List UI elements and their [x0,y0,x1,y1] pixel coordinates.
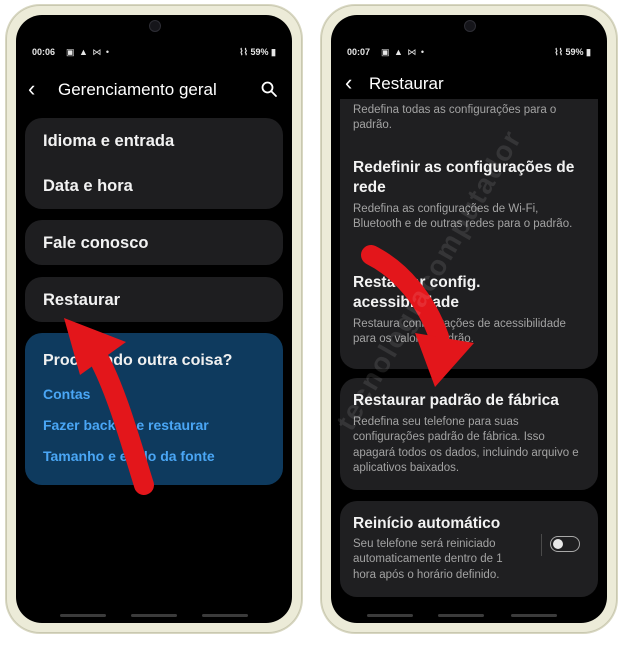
status-time: 00:07 [347,47,371,57]
item-acess-title: Restaurar config. acessibilidade [353,274,481,311]
card-language-date: Idioma e entrada Data e hora [25,118,283,209]
menu-item-restaurar[interactable]: Restaurar [43,291,273,310]
nav-bar [331,614,607,618]
status-time: 00:06 [32,47,56,57]
help-title: Procurando outra coisa? [43,352,233,369]
battery-percent: 59% [565,47,584,57]
help-link-contas[interactable]: Contas [43,386,90,402]
notification-icons: ▣ ▲ ⋈ • [66,47,111,57]
nav-back[interactable] [202,614,248,617]
card-restaurar: Restaurar [25,277,283,322]
battery-indicator: ⌇⌇ 59% ▮ [239,47,276,58]
search-icon[interactable] [260,80,278,98]
phone-screen-left: 00:06 ▣ ▲ ⋈ • ⌇⌇ 59% ▮ ‹ Gerenciamento g… [16,15,292,623]
nav-home[interactable] [131,614,177,617]
phone-left: 00:06 ▣ ▲ ⋈ • ⌇⌇ 59% ▮ ‹ Gerenciamento g… [6,5,302,633]
toggle-divider [541,534,542,556]
item-fabrica-title: Restaurar padrão de fábrica [353,392,559,409]
front-camera [149,20,161,32]
item-reinicio-automatico[interactable]: Reinício automático Seu telefone será re… [340,501,598,597]
app-header: ‹ Gerenciamento geral [16,77,292,107]
battery-percent: 59% [250,47,269,57]
menu-item-fale-conosco[interactable]: Fale conosco [43,234,273,253]
nav-recent[interactable] [367,614,413,617]
battery-icon: ▮ [586,47,591,57]
notification-icons: ▣ ▲ ⋈ • [381,47,426,57]
reinicio-toggle[interactable] [550,536,580,552]
battery-indicator: ⌇⌇ 59% ▮ [554,47,591,58]
front-camera [464,20,476,32]
item-reinicio-title: Reinício automático [353,515,501,532]
help-link-backup[interactable]: Fazer backup e restaurar [43,417,209,433]
help-link-fonte[interactable]: Tamanho e estilo da fonte [43,448,215,464]
back-arrow-icon[interactable]: ‹ [28,78,35,100]
nav-recent[interactable] [60,614,106,617]
help-card: Procurando outra coisa? Contas Fazer bac… [25,333,283,485]
menu-item-data-hora[interactable]: Data e hora [43,177,273,196]
phone-screen-right: 00:07 ▣ ▲ ⋈ • ⌇⌇ 59% ▮ ‹ Restaurar Redef… [331,15,607,623]
status-bar: 00:07 ▣ ▲ ⋈ • ⌇⌇ 59% ▮ [347,47,591,61]
app-header: ‹ Restaurar [331,71,607,101]
page-title: Gerenciamento geral [58,80,217,99]
reset-all-desc: Redefina todas as configurações para o p… [353,104,557,132]
nav-home[interactable] [438,614,484,617]
menu-item-idioma[interactable]: Idioma e entrada [43,132,273,151]
signal-icon: ⌇⌇ [554,47,563,57]
status-bar: 00:06 ▣ ▲ ⋈ • ⌇⌇ 59% ▮ [32,47,276,61]
toggle-knob [553,539,563,549]
nav-bar [16,614,292,618]
nav-back[interactable] [511,614,557,617]
back-arrow-icon[interactable]: ‹ [345,72,352,94]
item-reinicio-desc: Seu telefone será reiniciado automaticam… [353,538,503,581]
phone-right: 00:07 ▣ ▲ ⋈ • ⌇⌇ 59% ▮ ‹ Restaurar Redef… [321,5,617,633]
signal-icon: ⌇⌇ [239,47,248,57]
card-fale-conosco: Fale conosco [25,220,283,265]
page-title: Restaurar [369,74,444,93]
battery-icon: ▮ [271,47,276,57]
item-fabrica-desc: Redefina seu telefone para suas configur… [353,416,579,474]
